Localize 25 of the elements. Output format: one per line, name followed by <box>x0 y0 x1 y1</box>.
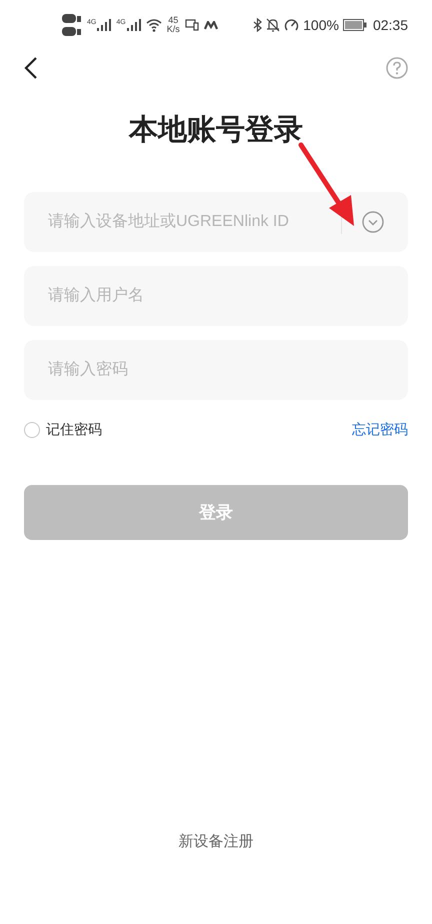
remember-label: 记住密码 <box>46 420 102 439</box>
forgot-password-link[interactable]: 忘记密码 <box>352 419 408 440</box>
page-title: 本地账号登录 <box>129 116 303 145</box>
signal-icon <box>126 19 141 31</box>
screen-cast-icon <box>184 19 199 31</box>
wifi-icon <box>146 18 162 32</box>
dropdown-icon[interactable] <box>362 211 384 233</box>
bluetooth-icon <box>253 18 262 32</box>
bell-muted-icon <box>266 18 280 32</box>
help-icon[interactable] <box>386 57 408 79</box>
register-link[interactable]: 新设备注册 <box>178 831 254 854</box>
hd-icon <box>62 13 82 37</box>
signal-icon <box>97 19 112 31</box>
address-field[interactable]: 请输入设备地址或UGREENlink ID <box>24 192 408 252</box>
battery-icon <box>342 19 367 31</box>
gauge-icon <box>284 18 300 32</box>
battery-percent: 100% <box>303 16 339 34</box>
username-field[interactable]: 请输入用户名 <box>24 266 408 326</box>
password-field[interactable]: 请输入密码 <box>24 340 408 400</box>
back-icon[interactable] <box>24 57 38 79</box>
network-speed: 45 <box>168 16 178 25</box>
remember-checkbox[interactable] <box>24 422 40 438</box>
speed-unit: K/s <box>166 25 180 34</box>
app-logo-icon <box>204 20 218 30</box>
clock: 02:35 <box>372 16 408 34</box>
